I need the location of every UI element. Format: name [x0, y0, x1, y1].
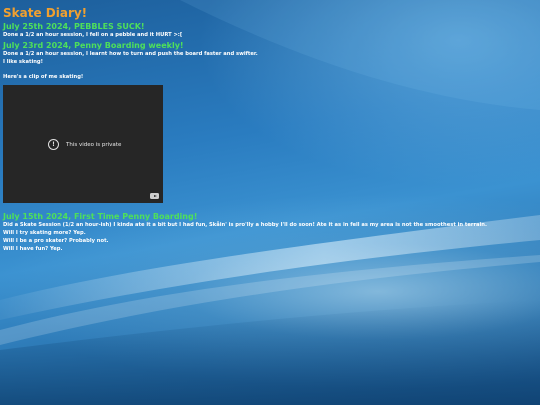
- youtube-icon[interactable]: [150, 193, 159, 200]
- info-circle-icon: !: [48, 139, 59, 151]
- entry-heading: July 15th 2024, First Time Penny Boardin…: [3, 212, 198, 222]
- entry-body: Done a 1/2 an hour session, I learnt how…: [3, 50, 258, 65]
- diary-page: Skate Diary! July 25th 2024, PEBBLES SUC…: [0, 0, 540, 253]
- video-embed[interactable]: ! This video is private: [3, 85, 163, 204]
- video-message-text: This video is private: [66, 141, 122, 148]
- entry-heading: July 25th 2024, PEBBLES SUCK!: [3, 22, 145, 31]
- entry-body: Done a 1/2 an hour session, I fell on a …: [3, 32, 183, 38]
- video-private-message: ! This video is private: [48, 139, 122, 151]
- page-title: Skate Diary!: [3, 6, 88, 20]
- clip-intro-text: Here's a clip of me skating!: [3, 74, 84, 81]
- entry-body: Did a Skate Session (1/2 an hour-ish) I …: [3, 222, 487, 252]
- entry-heading: July 23rd 2024, Penny Boarding weekly!: [3, 40, 184, 50]
